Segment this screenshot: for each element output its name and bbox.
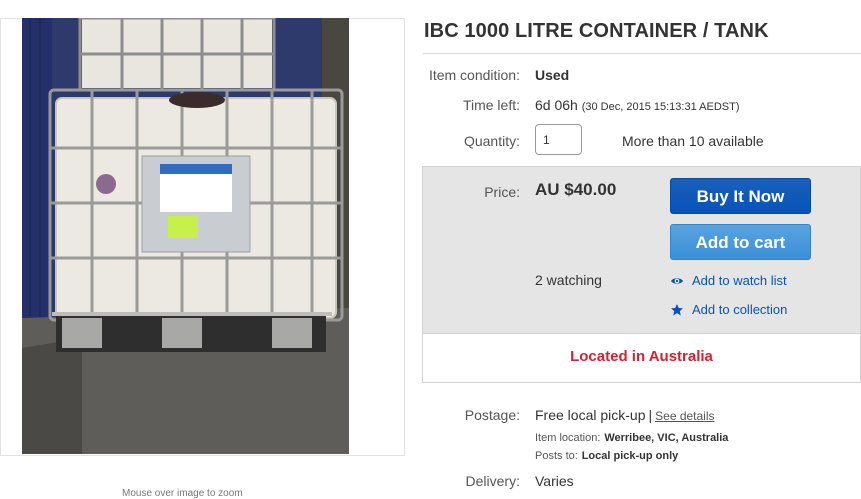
item-location-row: Item location: Werribee, VIC, Australia	[535, 428, 728, 444]
postage-label: Postage:	[464, 407, 520, 423]
posts-to-row: Posts to: Local pick-up only	[535, 446, 678, 462]
see-details-link[interactable]: See details	[655, 409, 714, 423]
item-location-notice: Located in Australia	[570, 348, 713, 365]
condition-label: Item condition:	[428, 67, 520, 83]
postage-separator: |	[648, 407, 653, 423]
title-divider	[423, 53, 861, 54]
availability-text: More than 10 available	[622, 133, 764, 149]
item-location-label: Item location:	[535, 432, 601, 444]
price-value: AU $40.00	[535, 180, 617, 199]
delivery-value: Varies	[535, 473, 574, 489]
posts-to-value: Local pick-up only	[581, 450, 679, 462]
postage-value-row: Free local pick-up | See details	[535, 407, 715, 423]
time-left-end-date: (30 Dec, 2015 15:13:31 AEDST)	[581, 101, 740, 113]
item-title: IBC 1000 LITRE CONTAINER / TANK	[424, 20, 769, 42]
zoom-hint: Mouse over image to zoom	[122, 488, 243, 499]
item-location-value: Werribee, VIC, Australia	[604, 432, 729, 444]
quantity-label: Quantity:	[463, 133, 520, 149]
price-label: Price:	[484, 184, 520, 200]
add-to-collection-link[interactable]: Add to collection	[670, 302, 787, 317]
delivery-label: Delivery:	[465, 473, 520, 489]
time-left-label: Time left:	[462, 97, 520, 113]
time-left-value: 6d 06h (30 Dec, 2015 15:13:31 AEDST)	[535, 97, 739, 113]
item-photo[interactable]	[22, 18, 349, 454]
watch-list-label[interactable]: Add to watch list	[692, 273, 787, 288]
star-icon	[670, 303, 686, 317]
condition-value: Used	[535, 67, 570, 83]
add-to-cart-button[interactable]: Add to cart	[670, 224, 811, 260]
watching-count: 2 watching	[535, 272, 602, 288]
time-left-countdown: 6d 06h	[535, 97, 578, 113]
postage-value: Free local pick-up	[535, 407, 646, 423]
buy-it-now-button[interactable]: Buy It Now	[670, 178, 811, 214]
eye-icon	[670, 274, 686, 288]
add-to-watch-list-link[interactable]: Add to watch list	[670, 273, 787, 288]
collection-label[interactable]: Add to collection	[692, 302, 787, 317]
quantity-input[interactable]	[535, 124, 582, 155]
posts-to-label: Posts to:	[535, 450, 578, 462]
